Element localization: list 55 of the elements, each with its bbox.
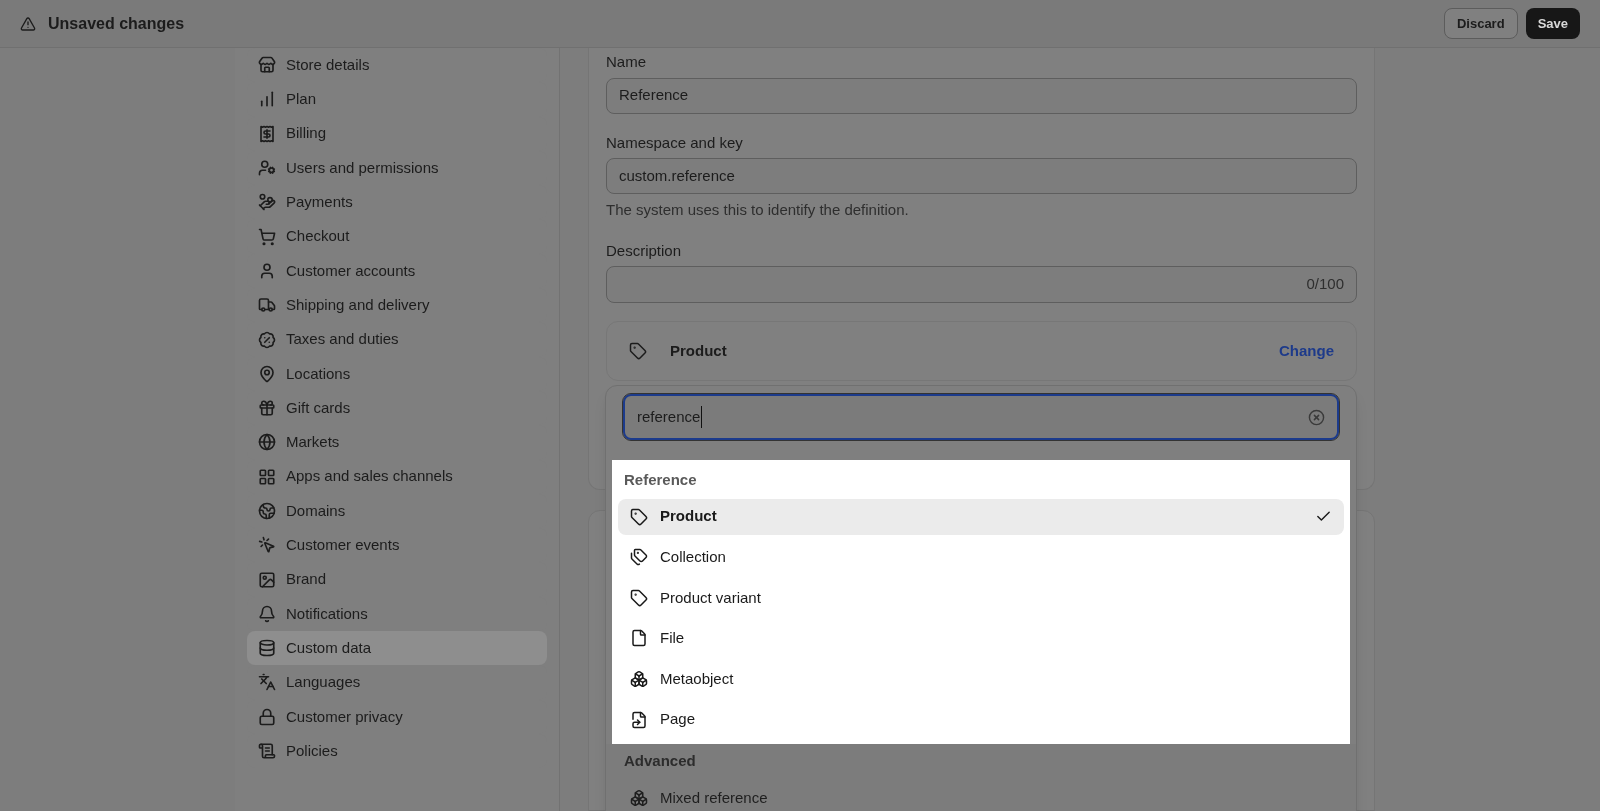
- help-text: The system uses this to identify the definition.: [606, 200, 910, 220]
- sidebar-item-icon: [258, 56, 276, 75]
- type-label: Product: [670, 340, 727, 361]
- field-label: Namespace and key: [606, 132, 744, 153]
- sidebar-item-icon: [258, 261, 276, 280]
- sidebar-item-icon: [258, 193, 276, 212]
- sidebar-item-icon: [258, 673, 276, 692]
- sidebar-item-icon: [258, 330, 276, 349]
- option-item[interactable]: File: [618, 620, 1344, 657]
- name-input[interactable]: Reference: [606, 77, 1357, 114]
- tag-icon: [629, 342, 647, 360]
- character-counter: 0/100: [1306, 274, 1344, 295]
- option-item[interactable]: Product: [618, 498, 1344, 535]
- sidebar-item-icon: [258, 570, 276, 589]
- sidebar-item-icon: [258, 364, 276, 383]
- sidebar-item[interactable]: Custom data: [247, 631, 547, 666]
- option-icon: [630, 507, 648, 526]
- save-button[interactable]: Save: [1525, 8, 1580, 39]
- sidebar-item-icon: [258, 296, 276, 315]
- option-icon: [630, 789, 648, 808]
- option-icon: [630, 588, 648, 607]
- sidebar-item-icon: [258, 124, 276, 143]
- clear-icon[interactable]: [1308, 408, 1325, 426]
- sidebar-item-icon: [258, 467, 276, 486]
- option-item[interactable]: Metaobject: [618, 660, 1344, 697]
- search-input[interactable]: reference: [623, 394, 1339, 440]
- warning-icon: [20, 15, 36, 32]
- sidebar-item-icon: [258, 159, 276, 178]
- field-label: Description: [606, 240, 683, 261]
- sidebar-item-icon: [258, 604, 276, 623]
- option-icon: [630, 669, 648, 688]
- option-item[interactable]: Collection: [618, 539, 1344, 576]
- group-heading: Reference: [623, 469, 698, 490]
- description-input[interactable]: 0/100: [606, 266, 1357, 303]
- option-item[interactable]: Product variant: [618, 579, 1344, 616]
- group-heading: Advanced: [623, 751, 697, 772]
- sidebar-item-icon: [258, 536, 276, 555]
- namespace-input[interactable]: custom.reference: [606, 158, 1357, 194]
- sidebar-item-icon: [258, 742, 276, 761]
- sidebar-item-icon: [258, 90, 276, 109]
- option-icon: [630, 710, 648, 729]
- page-title: Unsaved changes: [48, 13, 185, 34]
- sidebar-item-icon: [258, 707, 276, 726]
- option-item[interactable]: Mixed reference: [618, 780, 1344, 811]
- sidebar-item-icon: [258, 227, 276, 246]
- sidebar-item-icon: [258, 502, 276, 520]
- option-icon: [630, 629, 648, 648]
- option-item[interactable]: Page: [618, 701, 1344, 738]
- sidebar-item-icon: [258, 433, 276, 452]
- sidebar-item-icon: [258, 639, 276, 658]
- discard-button[interactable]: Discard: [1443, 8, 1518, 39]
- option-icon: [630, 548, 648, 567]
- field-label: Name: [606, 52, 647, 72]
- change-link[interactable]: Change: [1279, 339, 1334, 363]
- sidebar-item-icon: [258, 399, 276, 418]
